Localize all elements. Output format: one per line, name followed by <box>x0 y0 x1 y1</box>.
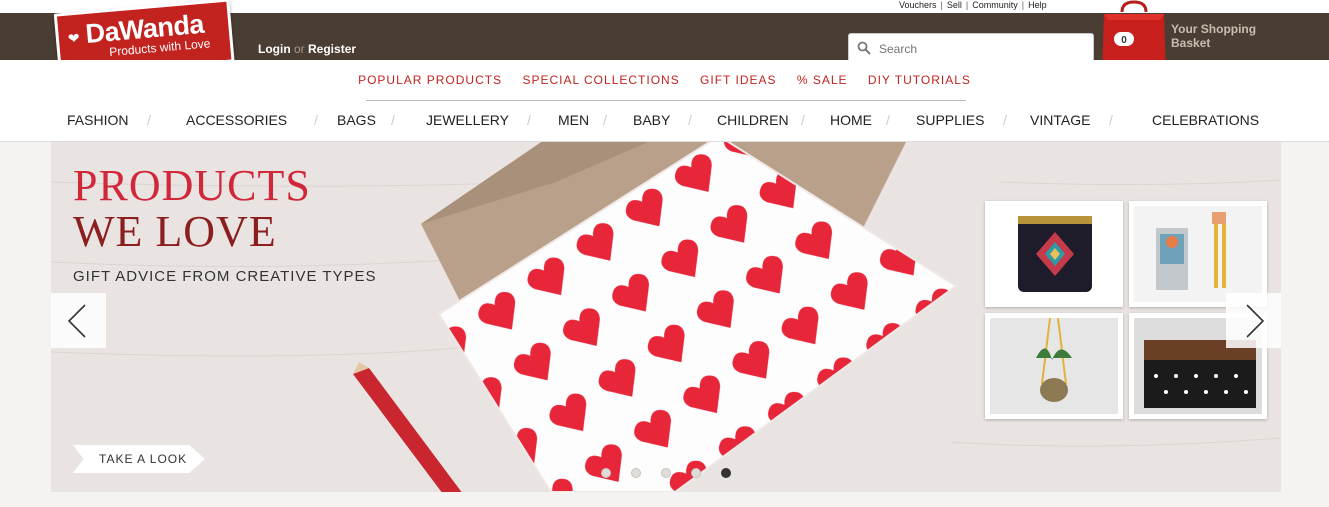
product-thumb-notebook[interactable] <box>1129 201 1267 307</box>
category-vintage[interactable]: VINTAGE <box>1030 112 1090 128</box>
login-link[interactable]: Login <box>258 42 291 56</box>
utility-link-sell[interactable]: Sell <box>947 0 962 10</box>
hero-subtitle: GIFT ADVICE FROM CREATIVE TYPES <box>73 268 377 285</box>
promo-divider <box>366 100 966 101</box>
plant-hanger-image <box>990 318 1118 414</box>
carousel-dot-1[interactable] <box>601 468 611 478</box>
chevron-left-icon <box>67 304 86 338</box>
category-children[interactable]: CHILDREN <box>717 112 789 128</box>
utility-links: Vouchers | Sell | Community | Help <box>899 0 1047 10</box>
auth-links: Login or Register <box>258 42 356 56</box>
carousel-dot-2[interactable] <box>631 468 641 478</box>
magnifier-icon[interactable] <box>857 41 871 55</box>
basket-label[interactable]: Your Shopping Basket <box>1171 22 1271 50</box>
category-menu: FASHION / ACCESSORIES / BAGS / JEWELLERY… <box>67 112 1260 128</box>
carousel-dot-3[interactable] <box>661 468 671 478</box>
category-celebrations[interactable]: CELEBRATIONS <box>1152 112 1259 128</box>
next-slide-button[interactable] <box>1226 293 1281 348</box>
carousel-dot-5[interactable] <box>721 468 731 478</box>
promo-link-gift-ideas[interactable]: GIFT IDEAS <box>700 73 776 87</box>
heart-icon: ❤ <box>67 29 81 47</box>
register-link[interactable]: Register <box>308 42 356 56</box>
auth-or-text: or <box>294 42 305 56</box>
category-men[interactable]: MEN <box>558 112 589 128</box>
notebook-image <box>1134 206 1262 302</box>
navigation: POPULAR PRODUCTS SPECIAL COLLECTIONS GIF… <box>0 60 1329 142</box>
hero-title-line1: PRODUCTS <box>73 161 311 210</box>
utility-link-help[interactable]: Help <box>1028 0 1047 10</box>
promo-link-collections[interactable]: SPECIAL COLLECTIONS <box>522 73 679 87</box>
hero-carousel: PRODUCTS WE LOVE GIFT ADVICE FROM CREATI… <box>51 142 1281 492</box>
category-fashion[interactable]: FASHION <box>67 112 128 128</box>
take-a-look-label: TAKE A LOOK <box>99 452 188 466</box>
category-supplies[interactable]: SUPPLIES <box>916 112 984 128</box>
promo-link-sale[interactable]: % SALE <box>797 73 848 87</box>
take-a-look-button[interactable]: TAKE A LOOK <box>73 445 205 473</box>
carousel-dot-4[interactable] <box>691 468 701 478</box>
category-accessories[interactable]: ACCESSORIES <box>186 112 287 128</box>
category-home[interactable]: HOME <box>830 112 872 128</box>
promo-link-popular[interactable]: POPULAR PRODUCTS <box>358 73 502 87</box>
category-bags[interactable]: BAGS <box>337 112 376 128</box>
chevron-right-icon <box>1246 304 1265 338</box>
basket-label-line1: Your Shopping <box>1171 22 1257 36</box>
utility-link-vouchers[interactable]: Vouchers <box>899 0 937 10</box>
previous-slide-button[interactable] <box>51 293 106 348</box>
category-baby[interactable]: BABY <box>633 112 670 128</box>
promo-link-diy[interactable]: DIY TUTORIALS <box>868 73 971 87</box>
product-thumb-cushion[interactable] <box>985 201 1123 307</box>
utility-link-community[interactable]: Community <box>972 0 1018 10</box>
cushion-image <box>990 206 1118 302</box>
basket-label-line2: Basket <box>1171 36 1211 50</box>
product-thumb-plant-hanger[interactable] <box>985 313 1123 419</box>
basket-count: 0 <box>1121 35 1127 46</box>
category-jewellery[interactable]: JEWELLERY <box>426 112 509 128</box>
promo-links: POPULAR PRODUCTS SPECIAL COLLECTIONS GIF… <box>0 73 1329 87</box>
search-input[interactable] <box>879 40 1084 58</box>
hero-title-line2: WE LOVE <box>73 207 277 256</box>
